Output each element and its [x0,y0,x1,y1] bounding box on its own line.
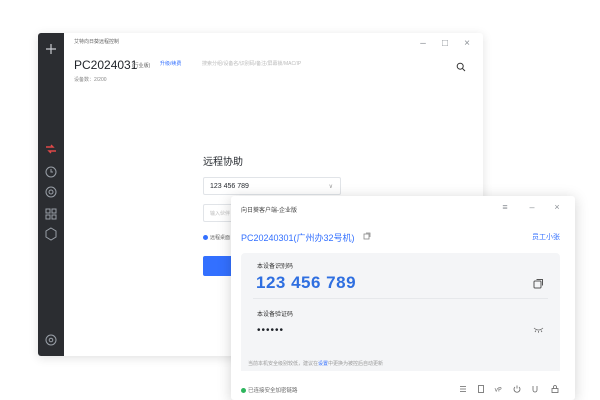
usb-icon[interactable] [530,384,540,394]
chevron-down-icon: ∨ [328,184,333,190]
eye-closed-icon[interactable] [533,326,544,334]
connection-status: 已连接安全加密链路 [241,386,298,394]
upgrade-link[interactable]: 升级/续费 [160,60,181,67]
vp-icon[interactable]: vP [494,384,504,394]
id-label: 本设备识别码 [257,264,294,270]
client-close-icon[interactable]: × [551,201,563,213]
sidebar [38,33,64,356]
svg-text:vP: vP [495,387,503,394]
list-icon[interactable] [458,384,468,394]
edition-badge: (行业版) [132,63,151,69]
add-icon[interactable] [43,41,59,57]
device-name: PC2024031 [74,58,138,72]
password-label: 本设备验证码 [257,312,294,318]
device-id-value: 123 456 789 [256,273,357,292]
client-title: 向日葵客户端-企业版 [241,208,297,214]
password-value: •••••• [257,325,285,336]
power-icon[interactable] [512,384,522,394]
history-icon[interactable] [43,164,59,180]
minimize-icon[interactable]: – [416,37,430,51]
mode-radio[interactable]: 远程桌面 [203,234,230,241]
remote-assist-title: 远程协助 [203,157,243,168]
remote-control-icon[interactable] [43,141,59,157]
file-icon[interactable] [476,384,486,394]
client-device-name: PC20240301(广州办32号机) [241,233,355,243]
security-tip: 当前本机安全级别较低，建议在设置中更换为被控后自动更新 [248,360,383,367]
close-icon[interactable]: × [460,37,474,51]
settings-link[interactable]: 设置 [318,361,328,367]
copy-icon[interactable] [533,278,544,289]
hardware-icon[interactable] [43,226,59,242]
device-count: 设备数：2/200 [74,77,107,83]
divider [253,298,548,299]
client-window: 向日葵客户端-企业版 ≡ – × PC20240301(广州办32号机) 员工小… [231,196,575,400]
status-text: 已连接安全加密链路 [248,388,298,394]
maximize-icon[interactable]: □ [438,37,452,51]
menu-icon[interactable]: ≡ [499,201,511,213]
discover-icon[interactable] [43,184,59,200]
tip-suffix: 中更换为被控后自动更新 [328,361,384,367]
search-icon[interactable] [456,62,466,72]
apps-grid-icon[interactable] [43,206,59,222]
app-title: 艾特向日葵远程控制 [74,39,120,45]
radio-label: 远程桌面 [210,235,231,241]
partner-id-value: 123 456 789 [210,183,249,190]
settings-icon[interactable] [43,332,59,348]
online-dot-icon [241,388,246,394]
lock-icon[interactable] [550,384,560,394]
tip-text: 当前本机安全级别较低，建议在 [248,361,319,367]
partner-id-select[interactable]: 123 456 789 ∨ [203,177,341,195]
search-input[interactable]: 搜索分组/设备名/识别码/备注/屏幕锁/MAC/IP [202,60,472,74]
radio-dot-icon [203,235,208,241]
copy-small-icon[interactable] [363,232,371,240]
client-minimize-icon[interactable]: – [526,201,538,213]
staff-link[interactable]: 员工小张 [532,232,560,242]
